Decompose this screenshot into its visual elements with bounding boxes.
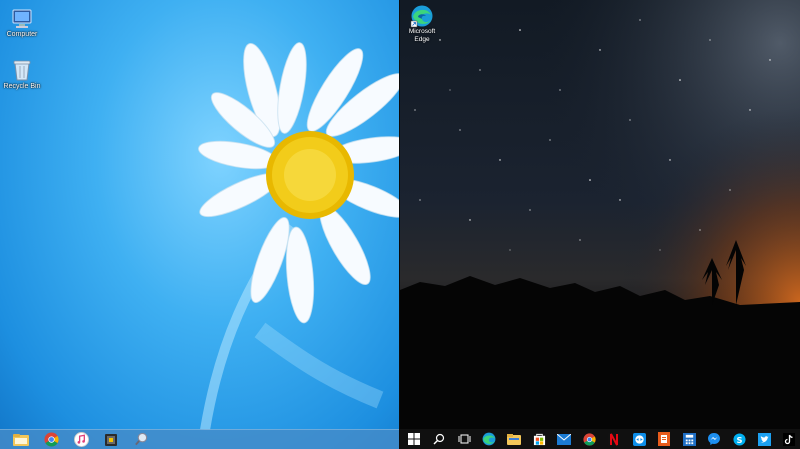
taskbar-messenger-button[interactable] [706, 431, 722, 447]
office-icon [658, 432, 670, 446]
edge-icon [410, 5, 433, 28]
chrome-icon [582, 432, 596, 446]
taskbar-skype-button[interactable]: S [731, 431, 747, 447]
task-view-button[interactable] [456, 431, 472, 447]
taskbar-chrome-button[interactable] [581, 431, 597, 447]
recycle-bin-icon [13, 60, 31, 81]
taskbar-edge-button[interactable] [481, 431, 497, 447]
svg-text:S: S [736, 434, 742, 444]
itunes-icon [73, 432, 89, 447]
chrome-icon [43, 432, 59, 447]
start-button[interactable] [406, 431, 422, 447]
taskbar-teamviewer-button[interactable] [631, 431, 647, 447]
taskbar-app-button[interactable] [102, 432, 120, 448]
app-icon [105, 433, 117, 446]
messenger-icon [708, 433, 720, 445]
taskbar-right: S [400, 429, 800, 449]
teamviewer-icon [632, 432, 646, 446]
taskbar-file-explorer-button[interactable] [506, 431, 522, 447]
wallpaper-night-sky [400, 0, 800, 430]
store-icon [533, 433, 545, 445]
taskbar-netflix-button[interactable] [606, 431, 622, 447]
desktop-icon-recycle-bin[interactable]: Recycle Bin [0, 58, 44, 90]
taskbar-chrome-button[interactable] [42, 432, 60, 448]
taskbar-left [0, 429, 400, 449]
taskbar-magnifier-button[interactable] [132, 432, 150, 448]
taskbar-mail-button[interactable] [556, 431, 572, 447]
calculator-icon [682, 432, 696, 446]
file-explorer-icon [13, 433, 29, 446]
mail-icon [557, 433, 571, 445]
taskbar-store-button[interactable] [531, 431, 547, 447]
search-icon [433, 433, 445, 445]
desktop-icon-label: Edge [414, 36, 430, 43]
wallpaper-daisy [198, 42, 400, 430]
file-explorer-icon [507, 434, 521, 445]
taskbar-itunes-button[interactable] [72, 432, 90, 448]
taskbar-file-explorer-button[interactable] [12, 432, 30, 448]
taskbar-office-button[interactable] [656, 431, 672, 447]
desktop-icon-computer[interactable]: Computer [0, 8, 44, 38]
magnifier-icon [134, 432, 147, 446]
desktop-icon-label: Computer [6, 31, 38, 38]
task-view-icon [458, 434, 470, 444]
taskbar-calculator-button[interactable] [681, 431, 697, 447]
left-desktop: Computer Recycle Bin [0, 0, 400, 449]
start-icon [408, 433, 420, 445]
desktop-icon-label: Microsoft [408, 28, 436, 35]
search-button[interactable] [431, 431, 447, 447]
taskbar-twitter-button[interactable] [756, 431, 772, 447]
tiktok-icon [783, 432, 795, 446]
right-desktop: Microsoft Edge S [400, 0, 800, 449]
edge-icon [482, 432, 496, 446]
netflix-icon [608, 432, 620, 446]
computer-icon [12, 9, 32, 28]
desktop-icon-edge[interactable]: Microsoft Edge [404, 4, 440, 44]
desktop-icon-label: Recycle Bin [3, 83, 41, 90]
taskbar-tiktok-button[interactable] [781, 431, 797, 447]
twitter-icon [757, 432, 771, 446]
skype-icon: S [732, 432, 746, 446]
